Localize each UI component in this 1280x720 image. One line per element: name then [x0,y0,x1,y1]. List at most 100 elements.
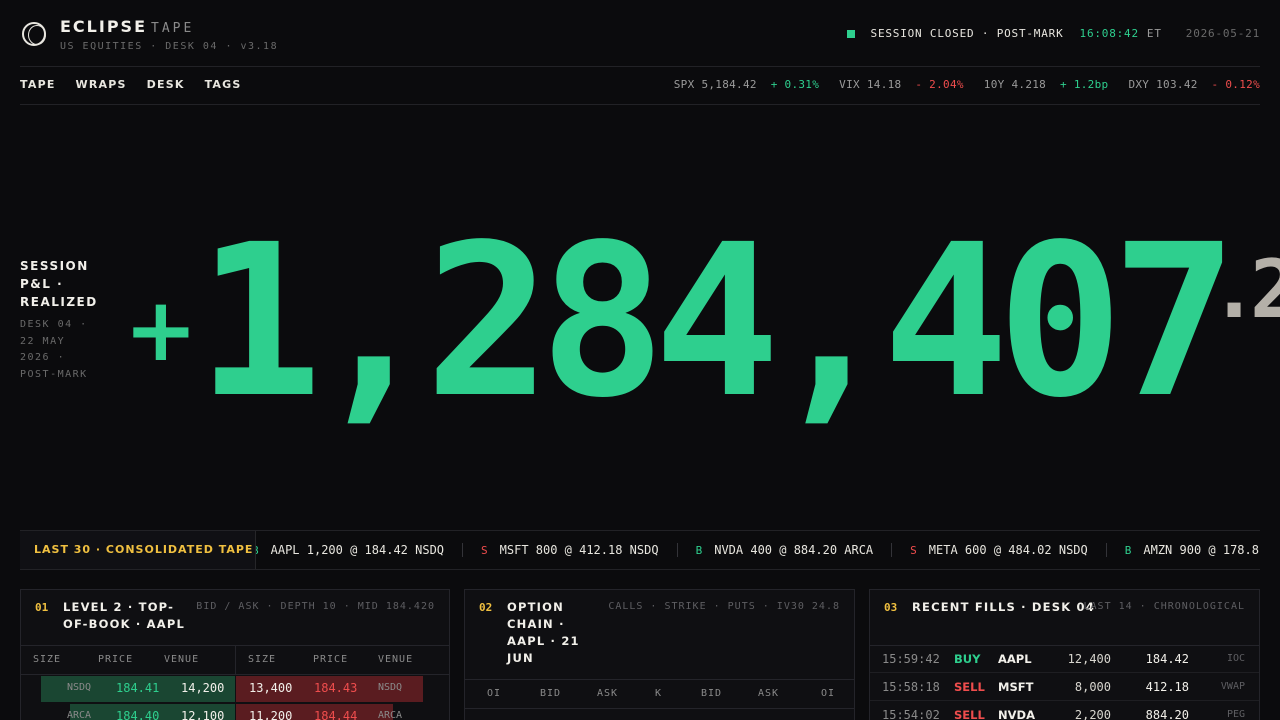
fill-side: BUY [954,652,981,666]
ask-venue: NSDQ [378,682,403,693]
column-header: BID [701,688,723,699]
option-chain-header: OI BID ASK K BID ASK OI [465,679,854,709]
ticker-label: VIX 14.18 [839,78,902,91]
panel-meta: LAST 14 · CHRONOLOGICAL [1083,601,1245,612]
tape-title: LAST 30 · CONSOLIDATED TAPE [20,531,256,569]
tape-side: B [1124,543,1132,557]
tape-item[interactable]: BAAPL 1,200 @ 184.42 NSDQ [252,543,444,557]
column-header: BID [540,688,562,699]
tape-divider [1105,543,1107,557]
panel-number: 03 [884,601,898,614]
column-header: VENUE [164,654,200,665]
ticker-label: SPX 5,184.42 [673,78,757,91]
fill-side: SELL [954,708,985,720]
ticker-change: - 0.12% [1211,78,1260,91]
ask-size: 13,400 [249,681,293,695]
ticker-change: - 2.04% [915,78,964,91]
panel-title: RECENT FILLS · DESK 04 [912,600,1095,614]
panel-meta: CALLS · STRIKE · PUTS · IV30 24.8 [608,601,840,612]
fill-side: SELL [954,680,985,694]
status-dot-icon [846,29,855,38]
tab-desk[interactable]: DESK [147,78,185,91]
column-header: VENUE [378,654,414,665]
market-tickers: SPX 5,184.42 + 0.31% VIX 14.18 - 2.04% 1… [654,78,1260,91]
status-time: 16:08:42 [1079,27,1139,40]
fill-price: 884.20 [1145,708,1189,720]
tab-wraps[interactable]: WRAPS [76,78,127,91]
bid-venue: ARCA [67,710,92,720]
main-nav: TAPE WRAPS DESK TAGS SPX 5,184.42 + 0.31… [20,67,1260,105]
tape-items: BAAPL 1,200 @ 184.42 NSDQ SMSFT 800 @ 41… [252,531,1259,569]
column-header: ASK [758,688,780,699]
brand-subtitle: TAPE [151,21,195,36]
orderbook-panel: 01 LEVEL 2 · TOP-OF-BOOK · AAPL BID / AS… [20,589,450,720]
orderbook-row[interactable]: NSDQ 184.41 14,200 13,400 184.43 NSDQ [21,675,449,703]
panel-number: 01 [35,601,49,614]
panel-number: 02 [479,601,493,614]
tape-item[interactable]: B NVDA 400 @ 884.20 ARCA [696,543,874,557]
orderbook-header: SIZE PRICE VENUE SIZE PRICE VENUE [21,645,449,675]
fill-order-type: VWAP [1220,681,1245,692]
bid-size: 14,200 [181,681,225,695]
fill-row[interactable]: 15:59:42 BUY AAPL 12,400 184.42 IOC [870,645,1259,673]
tape-side: S [910,543,917,557]
recent-fills-panel: 03 RECENT FILLS · DESK 04 LAST 14 · CHRO… [869,589,1260,720]
tape-side: B [695,543,703,557]
book-divider [235,645,236,675]
brand-name: ECLIPSE [60,17,147,36]
panel-title: OPTION CHAIN · AAPL · 21 JUN [507,600,580,665]
tape-item[interactable]: S MSFT 800 @ 412.18 NSDQ [481,543,659,557]
bid-price: 184.41 [116,681,160,695]
column-header: PRICE [313,654,349,665]
app-header: ECLIPSE TAPE US EQUITIES · DESK 04 · v3.1… [20,0,1260,67]
column-header: SIZE [33,654,62,665]
ask-price: 184.43 [314,681,358,695]
fill-symbol: AAPL [998,652,1032,666]
ask-price: 184.44 [314,709,358,720]
option-chain-panel: 02 OPTION CHAIN · AAPL · 21 JUN CALLS · … [464,589,855,720]
ticker-vix: VIX 14.18 - 2.04% [839,78,964,91]
pnl-sign: + [124,278,198,381]
fill-row[interactable]: 15:54:02 SELL NVDA 2,200 884.20 PEG [870,701,1259,720]
tape-divider [891,543,893,557]
orderbook-row[interactable]: ARCA 184.40 12,100 11,200 184.44 ARCA [21,703,449,720]
tab-tags[interactable]: TAGS [205,78,242,91]
tape-item[interactable]: S META 600 @ 484.02 NSDQ [910,543,1088,557]
tape-divider [462,543,464,557]
pnl-value: 1,284,407 [196,199,1238,444]
fill-symbol: NVDA [998,708,1035,720]
fill-order-type: PEG [1226,709,1245,720]
ticker-change: + 0.31% [770,78,820,91]
tape-text: AAPL 1,200 @ 184.42 NSDQ [270,543,445,557]
tab-tape[interactable]: TAPE [20,78,56,91]
bid-price: 184.40 [116,709,160,720]
fill-quantity: 2,200 [1074,708,1111,720]
pnl-cents: .2 [1210,243,1280,336]
column-header: OI [487,688,502,699]
column-header: ASK [597,688,619,699]
tape-item[interactable]: B AMZN 900 @ 178.8 [1125,543,1259,557]
fill-symbol: MSFT [998,680,1034,694]
brand-meta: US EQUITIES · DESK 04 · v3.18 [60,41,279,52]
ticker-10y: 10Y 4.218 + 1.2bp [984,78,1109,91]
column-header: PRICE [98,654,134,665]
tape-text: AMZN 900 @ 178.8 [1143,543,1259,557]
fill-price: 184.42 [1145,652,1189,666]
brand-title: ECLIPSE TAPE [60,17,194,36]
ticker-change: + 1.2bp [1059,78,1109,91]
pnl-meta: DESK 04 · 22 MAY 2026 · POST-MARK [20,319,88,380]
status-text: SESSION CLOSED · POST-MARK [870,27,1064,40]
fill-quantity: 8,000 [1074,680,1111,694]
fill-row[interactable]: 15:58:18 SELL MSFT 8,000 412.18 VWAP [870,673,1259,701]
session-status: SESSION CLOSED · POST-MARK 16:08:42 ET 2… [846,27,1260,40]
column-header: OI [821,688,836,699]
eclipse-logo-icon [22,22,46,46]
status-date: 2026-05-21 [1185,27,1260,40]
consolidated-tape: LAST 30 · CONSOLIDATED TAPE BAAPL 1,200 … [20,530,1260,570]
tape-divider [676,543,678,557]
fill-time: 15:59:42 [882,652,940,666]
bid-size: 12,100 [181,709,225,720]
ticker-dxy: DXY 103.42 - 0.12% [1128,78,1260,91]
ticker-spx: SPX 5,184.42 + 0.31% [674,78,819,91]
tape-text: META 600 @ 484.02 NSDQ [928,543,1088,557]
